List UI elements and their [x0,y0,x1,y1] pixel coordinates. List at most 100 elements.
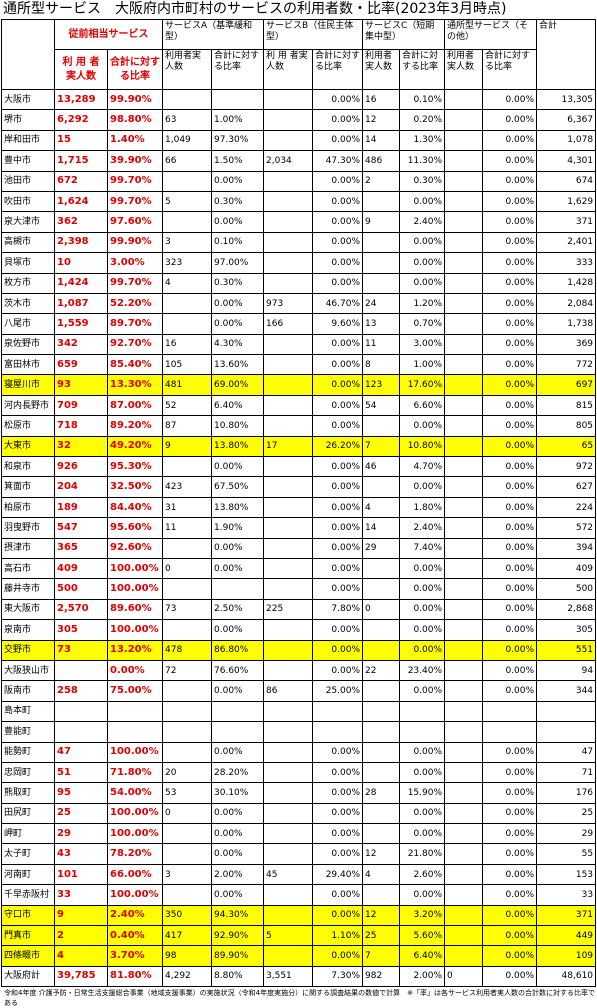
table-row: 太子町 43 78.20% 0.00% 0.00% 12 21.80% 0.00% 55 [1,843,597,865]
cell-a-users: 72 [162,659,212,682]
cell-a-ratio: 92.90% [210,925,265,947]
cell-a-users [162,292,212,315]
cell-legacy-ratio: 13.30% [107,374,163,396]
cell-o-users [444,863,484,886]
cell-a-users [162,619,212,641]
cell-a-users: 4,292 [162,965,212,988]
table-row: 八尾市 1,559 89.70% 0.00% 166 9.60% 13 0.70% 0.00% 1… [1,313,597,335]
cell-a-ratio: 0.30% [210,272,265,294]
cell-legacy-ratio: 75.00% [107,680,163,702]
cell-o-ratio [482,721,538,743]
cell-b-users [263,374,314,396]
cell-o-users [444,435,484,458]
cell-total: 409 [536,557,597,580]
cell-a-ratio: 1.00% [210,109,265,131]
cell-total: 2,084 [536,292,597,315]
cell-a-ratio: 0.00% [210,292,265,315]
cell-c-ratio: 0.00% [399,741,446,763]
table-row: 柏原市 189 84.40% 31 13.80% 0.00% 4 1.80% 0.00% 224 [1,496,597,519]
cell-c-users: 4 [362,496,401,519]
cell-legacy-users: 2,570 [54,598,108,621]
cell-c-ratio: 1.30% [399,129,446,152]
cell-c-ratio: 2.60% [399,863,446,886]
cell-city: 大阪市 [1,88,55,111]
cell-b-users [263,802,314,825]
cell-total [536,700,597,723]
cell-a-ratio: 69.00% [210,374,265,396]
cell-city: 大東市 [1,435,55,458]
cell-b-users: 45 [263,863,314,886]
cell-b-ratio: 0.00% [312,639,364,661]
cell-city: 守口市 [1,904,55,927]
cell-o-users [444,415,484,437]
cell-a-users: 350 [162,904,212,927]
cell-c-ratio: 0.00% [399,557,446,580]
cell-c-ratio: 0.00% [399,823,446,845]
cell-legacy-users: 547 [54,517,108,539]
cell-legacy-users: 33 [54,884,108,906]
cell-b-ratio: 7.30% [312,965,364,988]
cell-c-users: 123 [362,374,401,396]
cell-a-ratio: 1.90% [210,517,265,539]
cell-c-users: 982 [362,965,401,988]
cell-a-users [162,170,212,192]
cell-c-ratio: 23.40% [399,659,446,682]
cell-b-users [263,394,314,417]
table-row: 豊能町 [1,721,597,743]
cell-total: 697 [536,374,597,396]
cell-o-ratio: 0.00% [482,88,538,111]
cell-o-ratio: 0.00% [482,517,538,539]
cell-city: 八尾市 [1,313,55,335]
cell-c-users: 14 [362,517,401,539]
cell-total: 1,428 [536,272,597,294]
cell-c-users [362,761,401,784]
cell-city: 東大阪市 [1,598,55,621]
cell-legacy-ratio: 49.20% [107,435,163,458]
cell-total: 25 [536,802,597,825]
cell-o-ratio: 0.00% [482,639,538,661]
cell-c-users [362,700,401,723]
cell-city: 河内長野市 [1,394,55,417]
cell-legacy-users: 189 [54,496,108,519]
table-row: 泉佐野市 342 92.70% 16 4.30% 0.00% 11 3.00% 0.00% 369 [1,333,597,356]
cell-a-users: 3 [162,863,212,886]
cell-o-ratio: 0.00% [482,354,538,376]
cell-c-users: 486 [362,150,401,172]
cell-b-users [263,537,314,559]
cell-o-users [444,129,484,152]
header-city [1,19,55,90]
cell-total: 1,738 [536,313,597,335]
cell-a-ratio: 0.00% [210,211,265,233]
cell-b-ratio: 0.00% [312,333,364,356]
cell-city: 寝屋川市 [1,374,55,396]
cell-c-ratio: 0.00% [399,578,446,600]
table-row: 大東市 32 49.20% 9 13.80% 17 26.20% 7 10.80% 0.00% 65 [1,435,597,458]
cell-total: 369 [536,333,597,356]
cell-c-users: 7 [362,435,401,458]
cell-city: 門真市 [1,925,55,947]
cell-city: 吹田市 [1,190,55,213]
cell-total: 805 [536,415,597,437]
cell-o-users [444,272,484,294]
cell-legacy-users: 43 [54,843,108,865]
cell-a-ratio: 67.50% [210,476,265,498]
cell-total: 176 [536,782,597,804]
cell-b-ratio: 0.00% [312,374,364,396]
cell-b-ratio: 0.00% [312,557,364,580]
cell-total: 449 [536,925,597,947]
cell-legacy-users: 9 [54,904,108,927]
cell-b-users [263,88,314,111]
cell-b-ratio: 0.00% [312,843,364,865]
cell-legacy-users: 1,559 [54,313,108,335]
cell-city: 貝塚市 [1,252,55,274]
cell-legacy-ratio: 71.80% [107,761,163,784]
cell-o-users [444,782,484,804]
cell-c-ratio: 0.00% [399,761,446,784]
cell-total: 394 [536,537,597,559]
cell-c-users [362,252,401,274]
cell-total: 109 [536,945,597,967]
header-legacy-service: 従前相当サービス [54,19,163,50]
cell-total: 333 [536,252,597,274]
cell-b-users [263,109,314,131]
header-a-ratio: 合計に対する比率 [210,49,265,90]
